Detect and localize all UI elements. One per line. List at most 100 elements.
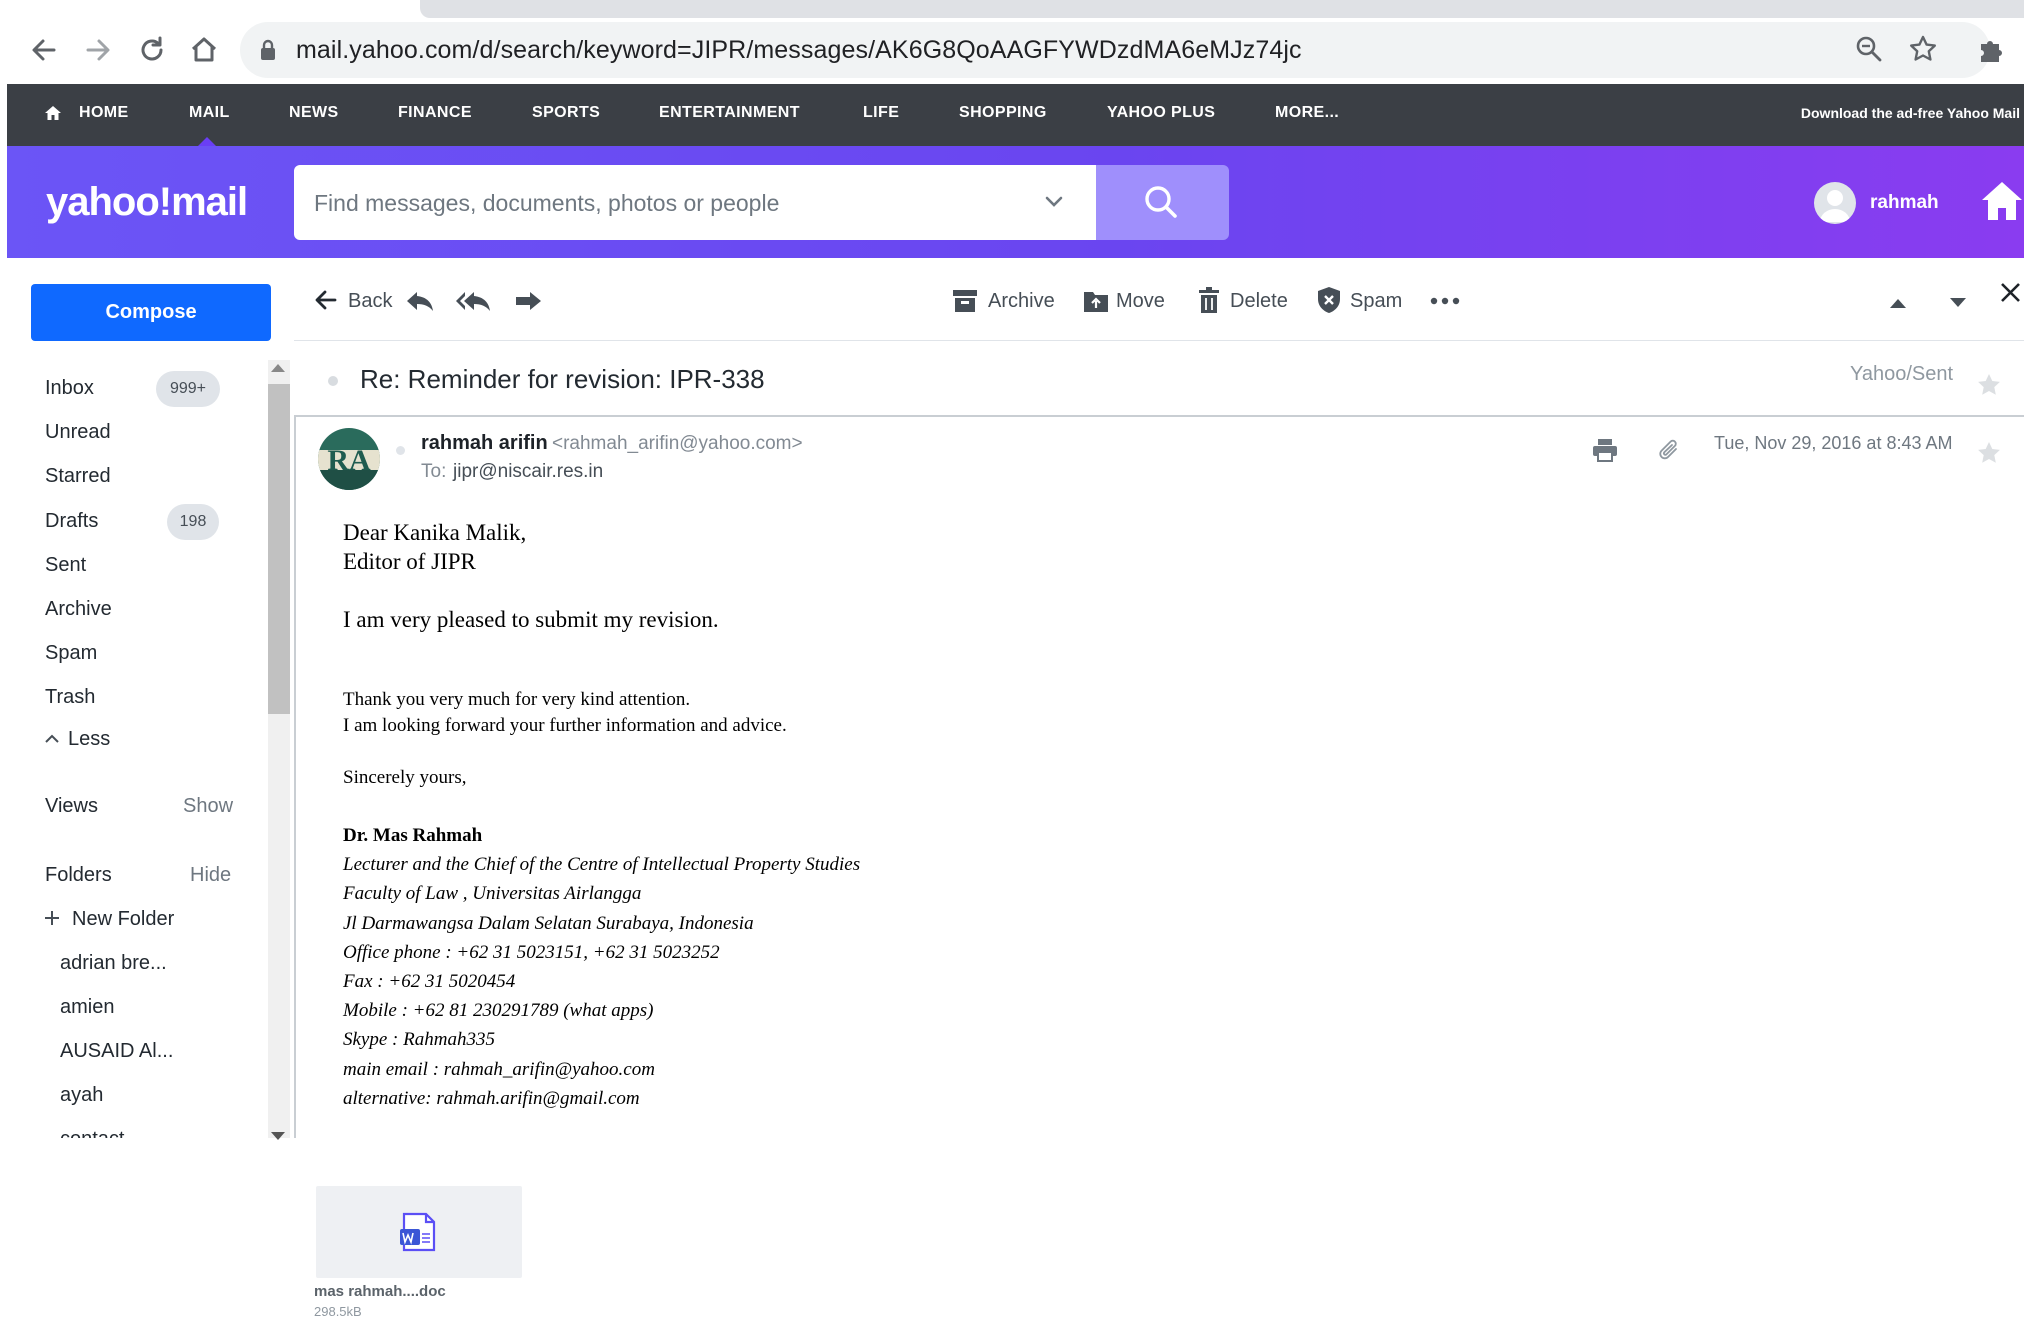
attachment-name[interactable]: mas rahmah....doc: [314, 1283, 446, 1300]
shield-icon[interactable]: [1316, 286, 1342, 314]
sender-avatar[interactable]: RA: [318, 428, 380, 490]
sidebar-item-sent[interactable]: Sent: [45, 554, 86, 577]
sidebar-clip: contact: [7, 1124, 267, 1138]
trash-icon[interactable]: [1198, 287, 1220, 314]
lock-icon: [258, 38, 278, 62]
close-icon[interactable]: [1998, 280, 2022, 306]
delete-button[interactable]: Delete: [1230, 290, 1288, 313]
recipient-address[interactable]: jipr@niscair.res.in: [453, 461, 603, 483]
extensions-puzzle-icon[interactable]: [1976, 34, 2006, 64]
sidebar-item-inbox[interactable]: Inbox: [45, 377, 94, 400]
back-arrow-icon[interactable]: [313, 287, 339, 313]
drafts-count-badge: 198: [167, 504, 219, 540]
signature-email[interactable]: alternative: rahmah.arifin@gmail.com: [343, 1088, 640, 1110]
search-button[interactable]: [1096, 165, 1229, 240]
body-closing: Sincerely yours,: [343, 767, 467, 788]
sender-name[interactable]: rahmah arifin: [421, 432, 548, 455]
nav-news[interactable]: NEWS: [289, 104, 339, 122]
yahoo-mail-logo[interactable]: yahoo!mail: [46, 180, 248, 225]
star-icon[interactable]: [1976, 440, 2002, 466]
sidebar-item-drafts[interactable]: Drafts: [45, 510, 98, 533]
back-arrow-icon[interactable]: [26, 32, 62, 68]
message-frame-border: [294, 415, 296, 1138]
chevron-up-icon[interactable]: [44, 732, 60, 746]
sidebar-item-trash[interactable]: Trash: [45, 686, 95, 709]
move-button[interactable]: Move: [1116, 290, 1165, 313]
signature-line: Lecturer and the Chief of the Centre of …: [343, 854, 861, 875]
message-date: Tue, Nov 29, 2016 at 8:43 AM: [1714, 433, 1953, 453]
body-paragraph: Thank you very much for very kind attent…: [343, 689, 691, 710]
new-folder-button[interactable]: New Folder: [72, 908, 174, 931]
signature-name: Dr. Mas Rahmah: [343, 825, 483, 846]
caret-up-icon[interactable]: [1888, 296, 1908, 310]
user-folder-item[interactable]: AUSAID Al...: [60, 1040, 173, 1063]
signature-email[interactable]: main email : rahmah_arifin@yahoo.com: [343, 1059, 655, 1081]
sidebar-item-archive[interactable]: Archive: [45, 598, 112, 621]
signature-line: Faculty of Law , Universitas Airlangga: [343, 883, 642, 904]
body-greeting: Dear Kanika Malik,: [343, 520, 527, 545]
signature-line: Mobile : +62 81 230291789 (what apps): [343, 1000, 654, 1021]
forward-icon[interactable]: [513, 286, 543, 316]
body-paragraph: I am very pleased to submit my revision.: [343, 607, 719, 632]
folders-heading: Folders: [45, 864, 112, 886]
nav-entertainment[interactable]: ENTERTAINMENT: [659, 104, 800, 122]
nav-finance[interactable]: FINANCE: [398, 104, 472, 122]
back-button[interactable]: Back: [348, 290, 392, 313]
nav-yahoo-plus[interactable]: YAHOO PLUS: [1107, 104, 1215, 122]
user-folder-item[interactable]: contact: [60, 1128, 124, 1138]
user-folder-item[interactable]: ayah: [60, 1084, 103, 1107]
nav-sports[interactable]: SPORTS: [532, 104, 600, 122]
move-folder-icon[interactable]: [1083, 289, 1109, 313]
sender-initials: RA: [327, 444, 371, 477]
user-avatar[interactable]: [1814, 182, 1856, 224]
scroll-up-arrow-icon[interactable]: [271, 364, 285, 372]
nav-mail[interactable]: MAIL: [189, 104, 230, 122]
tab-strip: [420, 0, 2024, 18]
presence-dot: [396, 446, 405, 455]
scroll-down-arrow-icon[interactable]: [271, 1132, 285, 1140]
views-show-toggle[interactable]: Show: [183, 795, 233, 818]
compose-button[interactable]: Compose: [31, 284, 271, 341]
reload-icon[interactable]: [134, 32, 170, 68]
home-nav-icon[interactable]: [44, 104, 62, 122]
body-greeting-title: Editor of JIPR: [343, 549, 476, 574]
attachment-card[interactable]: [316, 1186, 522, 1278]
spam-button[interactable]: Spam: [1350, 290, 1402, 313]
sidebar-item-spam[interactable]: Spam: [45, 642, 97, 665]
sidebar-scroll-thumb[interactable]: [268, 384, 290, 714]
nav-home[interactable]: HOME: [79, 104, 129, 122]
reply-all-icon[interactable]: [455, 286, 491, 316]
folders-hide-toggle[interactable]: Hide: [190, 864, 231, 887]
reply-icon[interactable]: [405, 286, 435, 316]
ad-free-link[interactable]: Download the ad-free Yahoo Mail: [1801, 105, 2020, 121]
archive-button[interactable]: Archive: [988, 290, 1055, 313]
forward-arrow-icon[interactable]: [80, 32, 116, 68]
nav-life[interactable]: LIFE: [863, 104, 899, 122]
sidebar-item-unread[interactable]: Unread: [45, 421, 111, 444]
print-icon[interactable]: [1592, 438, 1618, 462]
user-folder-item[interactable]: adrian bre...: [60, 952, 167, 975]
less-toggle[interactable]: Less: [68, 728, 110, 751]
paperclip-icon[interactable]: [1657, 438, 1681, 462]
nav-more[interactable]: MORE...: [1275, 104, 1339, 122]
archive-icon[interactable]: [952, 289, 978, 313]
url-text[interactable]: mail.yahoo.com/d/search/keyword=JIPR/mes…: [296, 36, 1302, 65]
nav-shopping[interactable]: SHOPPING: [959, 104, 1047, 122]
home-browser-icon[interactable]: [186, 32, 222, 68]
chevron-down-icon[interactable]: [1040, 190, 1068, 214]
active-nav-caret: [198, 137, 216, 146]
caret-down-icon[interactable]: [1948, 296, 1968, 310]
sidebar-item-starred[interactable]: Starred: [45, 465, 111, 488]
more-options-icon[interactable]: [1430, 296, 1460, 306]
signature-line: Fax : +62 31 5020454: [343, 971, 516, 992]
read-status-dot[interactable]: [328, 376, 338, 386]
username-label[interactable]: rahmah: [1870, 192, 1939, 214]
user-folder-item[interactable]: amien: [60, 996, 114, 1019]
plus-icon[interactable]: [44, 910, 60, 926]
zoom-icon[interactable]: [1854, 34, 1884, 64]
home-icon[interactable]: [1980, 178, 2024, 224]
search-input[interactable]: [312, 180, 1016, 226]
star-icon[interactable]: [1976, 372, 2002, 398]
sender-email[interactable]: <rahmah_arifin@yahoo.com>: [552, 433, 803, 455]
bookmark-star-icon[interactable]: [1908, 34, 1938, 64]
